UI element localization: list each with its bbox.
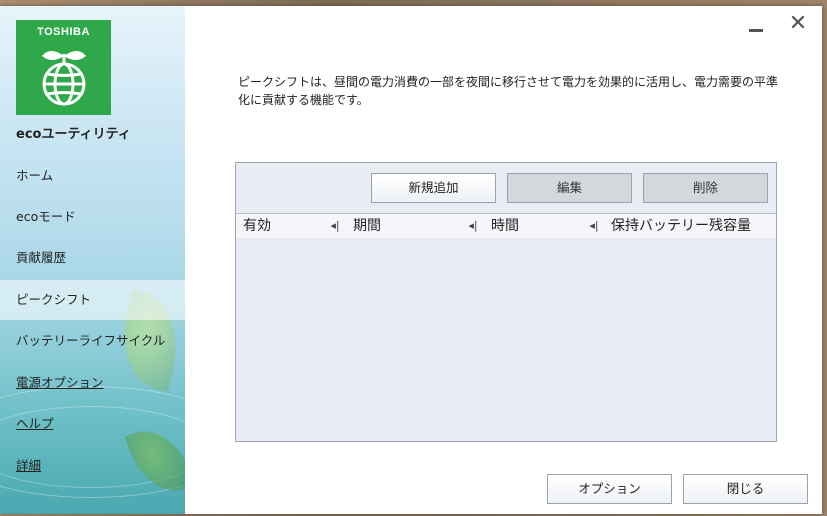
sidebar-item-label: ヘルプ (16, 416, 54, 431)
sidebar-item-battery-life-cycle[interactable]: バッテリーライフサイクル (0, 321, 185, 361)
column-resize-handle-icon[interactable]: ◂|▸ (329, 218, 341, 248)
column-header-enabled[interactable]: 有効 (243, 214, 271, 238)
minimize-button[interactable] (748, 18, 764, 34)
column-header-time[interactable]: 時間 (491, 214, 519, 238)
sidebar-item-eco-mode[interactable]: ecoモード (0, 197, 185, 237)
sidebar: TOSHIBA ecoユーティリティ ホーム ecoモード 貢献履歴 ピークシフ… (0, 6, 185, 514)
sidebar-item-label: ecoモード (16, 209, 76, 224)
peak-shift-schedule-panel: 新規追加 編集 削除 有効 ◂|▸ 期間 ◂|▸ 時間 ◂|▸ 保持バッテリー残… (235, 162, 777, 442)
sidebar-item-contribution-history[interactable]: 貢献履歴 (0, 238, 185, 278)
edit-button[interactable]: 編集 (507, 173, 632, 203)
add-new-button[interactable]: 新規追加 (371, 173, 496, 203)
delete-button[interactable]: 削除 (643, 173, 768, 203)
sidebar-item-details[interactable]: 詳細 (0, 446, 185, 486)
sidebar-item-label: ホーム (16, 168, 54, 183)
sidebar-item-peak-shift[interactable]: ピークシフト (0, 280, 185, 320)
sidebar-item-label: ピークシフト (16, 292, 92, 307)
column-header-battery-remaining[interactable]: 保持バッテリー残容量 (611, 214, 751, 238)
column-resize-handle-icon[interactable]: ◂|▸ (588, 218, 600, 248)
sidebar-item-label: 詳細 (16, 458, 42, 473)
sidebar-item-power-options[interactable]: 電源オプション (0, 363, 185, 403)
sidebar-item-home[interactable]: ホーム (0, 156, 185, 196)
toshiba-eco-logo: TOSHIBA (16, 20, 111, 115)
column-resize-handle-icon[interactable]: ◂|▸ (467, 218, 479, 248)
sidebar-item-help[interactable]: ヘルプ (0, 404, 185, 444)
close-window-button[interactable]: ✕ (788, 11, 808, 36)
options-button[interactable]: オプション (547, 474, 672, 504)
close-button[interactable]: 閉じる (683, 474, 808, 504)
table-header: 有効 ◂|▸ 期間 ◂|▸ 時間 ◂|▸ 保持バッテリー残容量 (236, 213, 776, 248)
sidebar-item-label: 貢献履歴 (16, 250, 67, 265)
sidebar-item-label: 電源オプション (16, 375, 104, 390)
close-icon: ✕ (788, 11, 808, 36)
brand-label: TOSHIBA (37, 26, 90, 38)
feature-description: ピークシフトは、昼間の電力消費の一部を夜間に移行させて電力を効果的に活用し、電力… (238, 75, 779, 107)
app-title: ecoユーティリティ (16, 127, 131, 142)
sidebar-item-label: バッテリーライフサイクル (16, 333, 166, 348)
eco-globe-sprout-icon (42, 51, 86, 106)
table-body (236, 238, 776, 441)
app-window: TOSHIBA ecoユーティリティ ホーム ecoモード 貢献履歴 ピークシフ… (0, 6, 822, 514)
column-header-period[interactable]: 期間 (353, 214, 381, 238)
